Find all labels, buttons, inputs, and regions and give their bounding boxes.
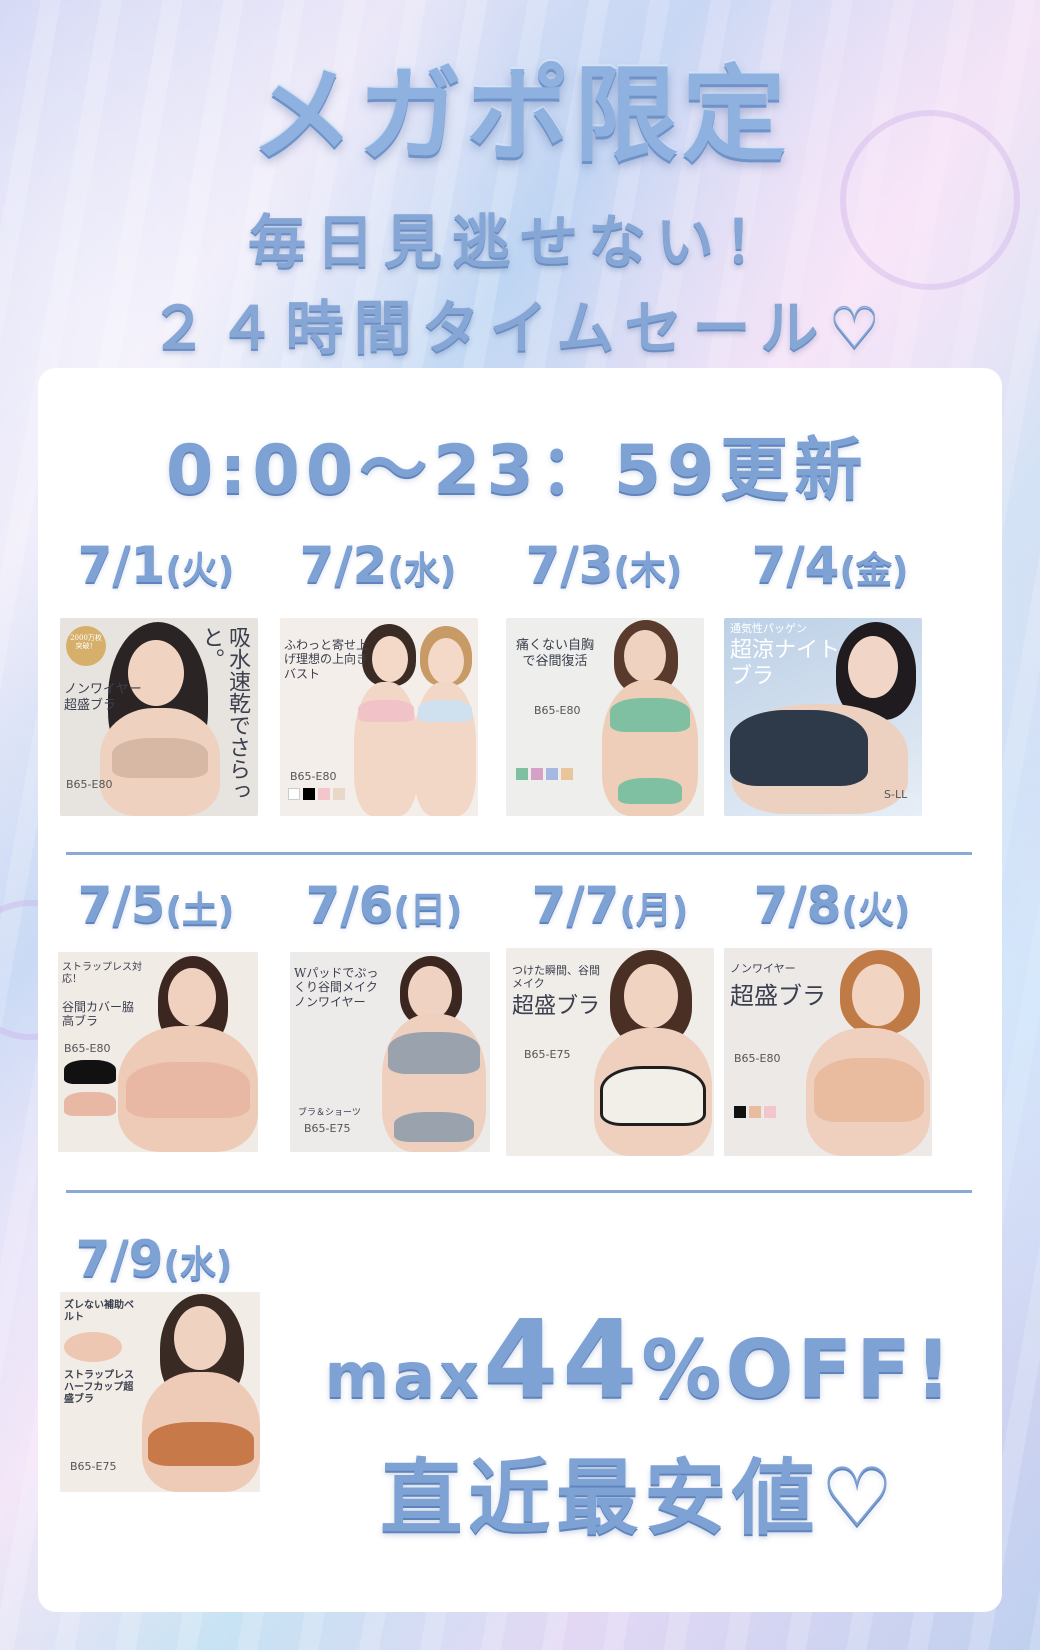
product-thumb-0703[interactable]: 痛くない自胸で谷間復活 B65-E80: [506, 618, 704, 816]
thumb-size: B65-E75: [304, 1122, 351, 1135]
product-thumb-0706[interactable]: Wパッドでぷっくり谷間メイクノンワイヤー ブラ＆ショーツ B65-E75: [290, 952, 490, 1152]
thumb-product: 超盛ブラ: [730, 982, 826, 1010]
day-date: 7/2: [299, 536, 388, 594]
day-weekday: (水): [387, 550, 457, 591]
day-label-0702: 7/2(水): [268, 536, 488, 594]
promo-off: %OFF!: [641, 1323, 956, 1416]
day-label-0701: 7/1(火): [46, 536, 266, 594]
day-weekday: (金): [839, 550, 909, 591]
thumb-tagline: ズレない補助ベルト: [64, 1300, 134, 1323]
product-thumb-0709[interactable]: ズレない補助ベルト ストラップレスハーフカップ超盛ブラ B65-E75: [60, 1292, 260, 1492]
thumb-product: 谷間カバー脇高ブラ: [62, 1000, 135, 1029]
thumb-product: ノンワイヤー超盛ブラ: [64, 682, 142, 713]
update-time-heading: 0:00～23：59更新: [38, 414, 1002, 513]
thumb-tagline: ふわっと寄せ上げ理想の上向きバスト: [284, 638, 369, 681]
row-divider: [66, 852, 972, 855]
day-date: 7/4: [751, 536, 840, 594]
thumb-product: 超涼ナイトブラ: [730, 638, 841, 690]
day-weekday: (火): [165, 550, 235, 591]
thumb-tagline: Wパッドでぷっくり谷間メイクノンワイヤー: [294, 966, 379, 1009]
thumb-size: S-LL: [884, 788, 908, 801]
thumb-size: B65-E80: [734, 1052, 781, 1065]
day-label-0706: 7/6(日): [274, 876, 494, 934]
promo-tagline: 直近最安値♡: [380, 1451, 900, 1546]
thumb-size: B65-E75: [70, 1460, 117, 1473]
day-label-0709: 7/9(水): [44, 1230, 264, 1288]
day-weekday: (月): [619, 890, 689, 931]
day-label-0704: 7/4(金): [720, 536, 940, 594]
thumb-tagline: 吸水速乾でさらっと。: [198, 626, 250, 802]
thumb-tagline: 通気性パッゲン: [730, 622, 807, 635]
day-weekday: (水): [163, 1244, 233, 1285]
thumb-tagline: ストラップレス対応！: [62, 962, 142, 985]
day-weekday: (土): [165, 890, 235, 931]
thumb-product: ブラ＆ショーツ: [298, 1108, 361, 1118]
product-thumb-0707[interactable]: つけた瞬間、谷間メイク 超盛ブラ B65-E75: [506, 948, 714, 1156]
day-date: 7/9: [75, 1230, 164, 1288]
day-weekday: (木): [613, 550, 683, 591]
day-label-0707: 7/7(月): [500, 876, 720, 934]
thumb-tagline: ノンワイヤー: [730, 962, 796, 975]
day-label-0703: 7/3(木): [494, 536, 714, 594]
thumb-product: ストラップレスハーフカップ超盛ブラ: [64, 1370, 134, 1405]
thumb-product: 超盛ブラ: [512, 994, 601, 1019]
thumb-tagline: 痛くない自胸で谷間復活: [515, 638, 594, 669]
day-label-0705: 7/5(土): [46, 876, 266, 934]
promo-discount: max44%OFF!: [300, 1298, 980, 1423]
day-date: 7/1: [77, 536, 166, 594]
promo-max: max: [324, 1339, 484, 1412]
day-date: 7/8: [753, 876, 842, 934]
product-thumb-0705[interactable]: ストラップレス対応！ 谷間カバー脇高ブラ B65-E80: [58, 952, 258, 1152]
day-weekday: (火): [841, 890, 911, 931]
subtitle-line-1: 毎日見逃せない！: [247, 208, 792, 276]
day-weekday: (日): [393, 890, 463, 931]
day-date: 7/5: [77, 876, 166, 934]
subtitle-line-2: ２４時間タイムセール♡: [149, 294, 891, 362]
thumb-size: B65-E80: [64, 1042, 111, 1055]
thumb-size: B65-E80: [290, 770, 337, 783]
product-thumb-0702[interactable]: ふわっと寄せ上げ理想の上向きバスト B65-E80: [280, 618, 478, 816]
promo-block: max44%OFF! 直近最安値♡: [300, 1298, 980, 1550]
product-thumb-0701[interactable]: 2000万枚突破！ 吸水速乾でさらっと。 ノンワイヤー超盛ブラ B65-E80: [60, 618, 258, 816]
product-thumb-0704[interactable]: 通気性パッゲン 超涼ナイトブラ S-LL: [724, 618, 922, 816]
row-divider: [66, 1190, 972, 1193]
day-date: 7/7: [531, 876, 620, 934]
thumb-size: B65-E80: [66, 778, 113, 791]
page-title: メガポ限定: [249, 54, 790, 176]
thumb-size: B65-E80: [534, 704, 581, 717]
update-time-text: 0:00～23：59更新: [166, 431, 869, 510]
product-thumb-0708[interactable]: ノンワイヤー 超盛ブラ B65-E80: [724, 948, 932, 1156]
day-date: 7/3: [525, 536, 614, 594]
header: メガポ限定 毎日見逃せない！ ２４時間タイムセール♡: [0, 30, 1040, 365]
thumb-size: B65-E75: [524, 1048, 571, 1061]
day-date: 7/6: [305, 876, 394, 934]
thumb-tagline: つけた瞬間、谷間メイク: [512, 964, 600, 991]
promo-number: 44: [483, 1298, 642, 1423]
schedule-card: 0:00～23：59更新 7/1(火) 2000万枚突破！ 吸水速乾でさらっと。…: [38, 368, 1002, 1612]
day-label-0708: 7/8(火): [722, 876, 942, 934]
